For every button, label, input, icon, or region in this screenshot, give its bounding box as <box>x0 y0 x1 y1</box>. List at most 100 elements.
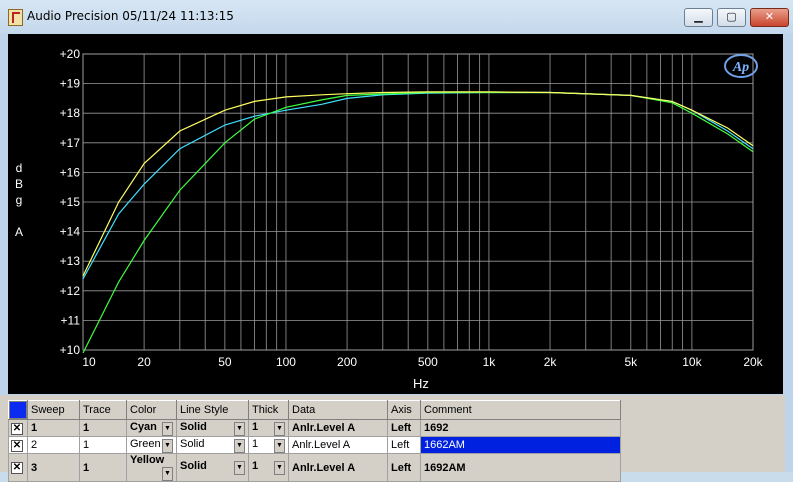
cell-thick-value: 1 <box>252 460 259 472</box>
cell-color-value: Cyan <box>130 420 157 433</box>
frequency-response-chart[interactable]: +20 +19 +18 +17 +16 +15 +14 +13 +12 +11 +10 10 20 50 1… <box>8 34 783 394</box>
trace-table-panel: Sweep Trace Color Line Style Thick Data … <box>0 395 785 482</box>
cell-thick-value: 1 <box>252 420 259 433</box>
comment-value[interactable]: 1662AM <box>421 437 620 453</box>
cell-color-value: Green <box>130 437 161 450</box>
header-sweep[interactable]: Sweep <box>27 400 80 420</box>
row-checkbox-cell[interactable]: ✕ <box>8 436 28 454</box>
app-icon <box>8 9 23 26</box>
header-axis[interactable]: Axis <box>387 400 421 420</box>
comment-value[interactable]: 1692AM <box>421 460 620 476</box>
y-tick-label: +18 <box>60 106 81 120</box>
select-all-swatch[interactable] <box>9 401 27 419</box>
y-tick-label: +15 <box>60 195 81 209</box>
cell-axis[interactable]: Left <box>387 419 421 437</box>
cell-thick-value: 1 <box>252 437 259 450</box>
cell-comment[interactable]: 1692 <box>420 419 621 437</box>
cell-thick[interactable]: 1 ▼ <box>248 419 289 437</box>
comment-value[interactable]: 1692 <box>421 420 620 436</box>
cell-line-style-value: Solid <box>180 420 207 433</box>
x-tick-label: 10k <box>682 355 702 369</box>
y-axis-label-char: B <box>15 177 23 191</box>
dropdown-arrow-icon[interactable]: ▼ <box>234 461 245 475</box>
cell-axis[interactable]: Left <box>387 453 421 482</box>
cell-color[interactable]: Cyan ▼ <box>126 419 177 437</box>
cell-color[interactable]: Yellow ▼ <box>126 453 177 482</box>
cell-color-value: Yellow <box>130 454 165 466</box>
title-bar[interactable]: Audio Precision 05/11/24 11:13:15 ▁ ▢ ✕ <box>0 0 793 34</box>
y-tick-label: +13 <box>60 254 81 268</box>
maximize-button[interactable]: ▢ <box>717 8 746 27</box>
y-axis-label-char: d <box>16 161 23 175</box>
audio-precision-window: Audio Precision 05/11/24 11:13:15 ▁ ▢ ✕ … <box>0 0 793 482</box>
y-tick-label: +17 <box>60 136 81 150</box>
ap-logo-text: Ap <box>732 60 749 75</box>
header-comment[interactable]: Comment <box>420 400 621 420</box>
trace-table: Sweep Trace Color Line Style Thick Data … <box>8 400 621 482</box>
chart-svg: +20 +19 +18 +17 +16 +15 +14 +13 +12 +11 +1010 20 50 1… <box>15 47 764 391</box>
y-axis-label-char: g <box>16 193 23 207</box>
dropdown-arrow-icon[interactable]: ▼ <box>274 421 285 436</box>
maximize-icon: ▢ <box>726 10 737 23</box>
cell-line-style-value: Solid <box>180 460 207 472</box>
cell-trace[interactable]: 1 <box>79 436 127 454</box>
header-line-style[interactable]: Line Style <box>176 400 249 420</box>
dropdown-arrow-icon[interactable]: ▼ <box>162 421 173 436</box>
close-button[interactable]: ✕ <box>750 8 789 27</box>
window-title: Audio Precision 05/11/24 11:13:15 <box>27 9 234 23</box>
y-tick-label: +12 <box>60 284 81 298</box>
row-checkbox[interactable]: ✕ <box>11 439 23 452</box>
x-tick-label: 500 <box>418 355 438 369</box>
header-color[interactable]: Color <box>126 400 177 420</box>
corner-cell[interactable] <box>8 400 28 420</box>
x-tick-label: 10 <box>82 355 96 369</box>
y-tick-label: +16 <box>60 165 81 179</box>
table-row[interactable]: ✕ 1 1 Cyan ▼ Solid ▼ 1 ▼ Anlr.Level A Left 1692 <box>8 419 621 437</box>
dropdown-arrow-icon[interactable]: ▼ <box>162 438 173 453</box>
x-tick-label: 1k <box>483 355 497 369</box>
cell-sweep[interactable]: 3 <box>27 453 80 482</box>
cell-line-style[interactable]: Solid ▼ <box>176 436 249 454</box>
header-data[interactable]: Data <box>288 400 388 420</box>
dropdown-arrow-icon[interactable]: ▼ <box>274 461 285 475</box>
minimize-icon: ▁ <box>694 10 703 23</box>
x-tick-label: 100 <box>276 355 296 369</box>
cell-data[interactable]: Anlr.Level A <box>288 453 388 482</box>
row-checkbox-cell[interactable]: ✕ <box>8 419 28 437</box>
header-thick[interactable]: Thick <box>248 400 289 420</box>
dropdown-arrow-icon[interactable]: ▼ <box>234 421 245 436</box>
y-tick-label: +11 <box>61 313 81 327</box>
y-tick-label: +10 <box>60 343 81 357</box>
cell-data[interactable]: Anlr.Level A <box>288 436 388 454</box>
dropdown-arrow-icon[interactable]: ▼ <box>162 467 173 481</box>
x-tick-label: 5k <box>624 355 638 369</box>
cell-sweep[interactable]: 1 <box>27 419 80 437</box>
cell-comment[interactable]: 1662AM <box>420 436 621 454</box>
cell-axis[interactable]: Left <box>387 436 421 454</box>
row-checkbox[interactable]: ✕ <box>11 422 23 435</box>
cell-sweep[interactable]: 2 <box>27 436 80 454</box>
header-trace[interactable]: Trace <box>79 400 127 420</box>
dropdown-arrow-icon[interactable]: ▼ <box>274 438 285 453</box>
minimize-button[interactable]: ▁ <box>684 8 713 27</box>
x-tick-label: 20 <box>137 355 151 369</box>
cell-line-style[interactable]: Solid ▼ <box>176 419 249 437</box>
cell-thick[interactable]: 1 ▼ <box>248 436 289 454</box>
y-tick-label: +20 <box>60 47 81 61</box>
dropdown-arrow-icon[interactable]: ▼ <box>234 438 245 453</box>
table-row[interactable]: ✕ 2 1 Green ▼ Solid ▼ 1 ▼ Anlr.Level A Left 1662AM <box>8 436 621 454</box>
row-checkbox[interactable]: ✕ <box>11 462 23 474</box>
cell-data[interactable]: Anlr.Level A <box>288 419 388 437</box>
close-icon: ✕ <box>764 10 775 23</box>
cell-line-style-value: Solid <box>180 437 205 450</box>
cell-trace[interactable]: 1 <box>79 453 127 482</box>
cell-color[interactable]: Green ▼ <box>126 436 177 454</box>
cell-trace[interactable]: 1 <box>79 419 127 437</box>
cell-line-style[interactable]: Solid ▼ <box>176 453 249 482</box>
y-axis-label-char: A <box>15 225 23 239</box>
table-row[interactable]: ✕ 3 1 Yellow ▼ Solid ▼ 1 ▼ Anlr.Level A Left 1692AM <box>8 453 621 482</box>
cell-thick[interactable]: 1 ▼ <box>248 453 289 482</box>
cell-comment[interactable]: 1692AM <box>420 453 621 482</box>
x-tick-label: 50 <box>218 355 232 369</box>
row-checkbox-cell[interactable]: ✕ <box>8 453 28 482</box>
